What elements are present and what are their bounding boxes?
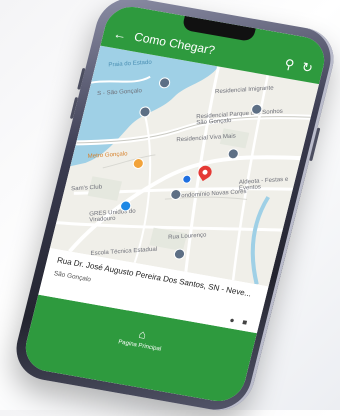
arrow-left-icon[interactable]: ← xyxy=(112,26,128,43)
home-icon[interactable]: ⌂ xyxy=(137,327,148,342)
search-icon[interactable]: ⚲ xyxy=(283,56,296,72)
car-icon[interactable]: ■ xyxy=(241,318,248,328)
map-pin-icon[interactable]: ● xyxy=(229,315,236,325)
info-actions: ● ■ xyxy=(229,315,249,327)
nav-home-label[interactable]: Pagina Principal xyxy=(118,339,162,352)
refresh-icon[interactable]: ↻ xyxy=(300,59,314,75)
phone-mockup: ← Como Chegar? ⚲ ↻ Praia do Estado Resid… xyxy=(9,0,340,416)
phone-screen: ← Como Chegar? ⚲ ↻ Praia do Estado Resid… xyxy=(20,2,330,406)
